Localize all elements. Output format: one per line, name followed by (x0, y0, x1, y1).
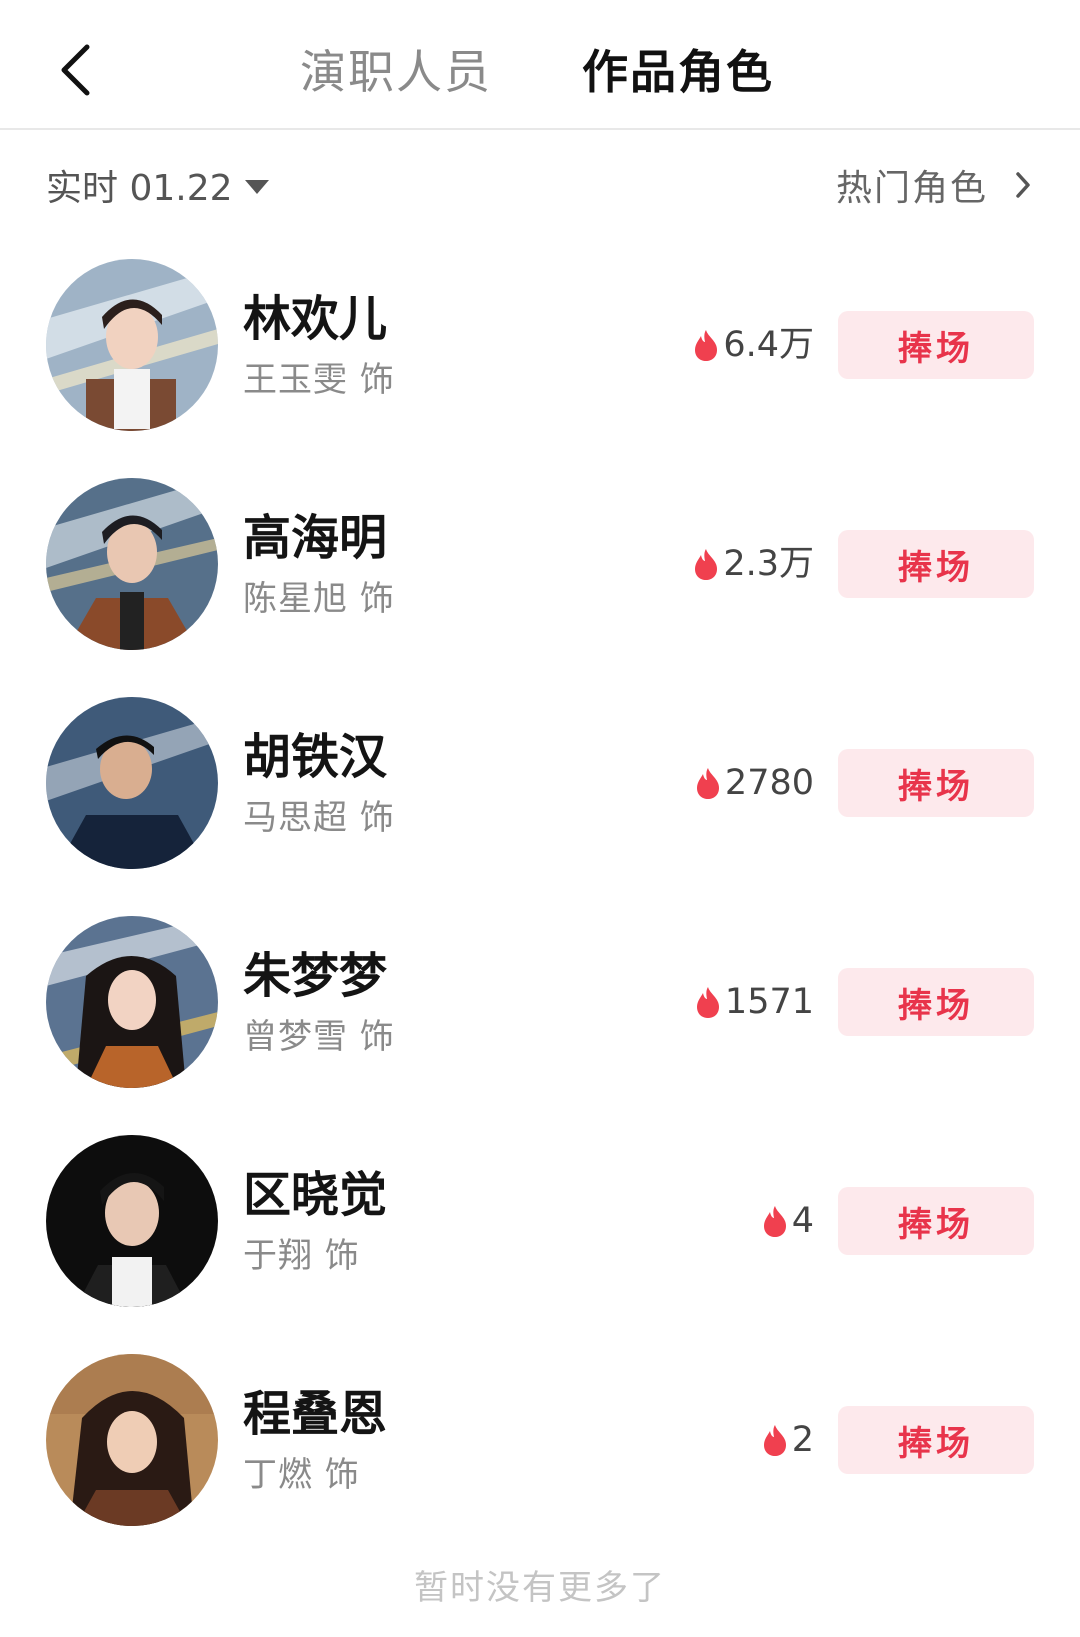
role-name: 程叠恩 (243, 1386, 388, 1442)
cheer-button[interactable]: 捧场 (838, 749, 1034, 817)
role-name: 高海明 (243, 510, 388, 566)
avatar (46, 259, 218, 431)
role-row[interactable]: 程叠恩 丁燃 饰 2 捧场 (0, 1354, 1080, 1530)
heat-count: 4 (762, 1193, 814, 1249)
role-row[interactable]: 区晓觉 于翔 饰 4 捧场 (0, 1135, 1080, 1311)
tab-cast-crew[interactable]: 演职人员 (300, 42, 492, 102)
actor-name: 曾梦雪 饰 (243, 1017, 395, 1057)
actor-name: 马思超 饰 (243, 798, 395, 838)
cheer-button[interactable]: 捧场 (838, 1187, 1034, 1255)
chevron-left-icon (61, 44, 90, 96)
cheer-button[interactable]: 捧场 (838, 311, 1034, 379)
avatar (46, 697, 218, 869)
tab-roles[interactable]: 作品角色 (582, 42, 774, 102)
caret-down-icon (244, 180, 269, 194)
cheer-button[interactable]: 捧场 (838, 968, 1034, 1036)
role-row[interactable]: 高海明 陈星旭 饰 2.3万 捧场 (0, 478, 1080, 654)
flame-icon (695, 549, 718, 580)
filter-bar: 实时 01.22 热门角色 (0, 155, 1080, 215)
heat-count: 2.3万 (693, 536, 814, 592)
actor-name: 丁燃 饰 (243, 1455, 360, 1495)
heat-count: 1571 (695, 974, 814, 1030)
flame-icon (763, 1206, 786, 1237)
flame-icon (763, 1425, 786, 1456)
avatar (46, 1135, 218, 1307)
role-name: 区晓觉 (243, 1167, 388, 1223)
date-selector[interactable]: 实时 01.22 (46, 155, 269, 215)
hot-roles-label: 热门角色 (835, 168, 988, 209)
top-navigation-bar: 演职人员 作品角色 (0, 0, 1080, 130)
role-row[interactable]: 朱梦梦 曾梦雪 饰 1571 捧场 (0, 916, 1080, 1092)
role-row[interactable]: 胡铁汉 马思超 饰 2780 捧场 (0, 697, 1080, 873)
flame-icon (695, 330, 718, 361)
flame-icon (696, 768, 719, 799)
chevron-right-icon (1016, 172, 1030, 198)
flame-icon (696, 987, 719, 1018)
avatar (46, 478, 218, 650)
end-of-list-text: 暂时没有更多了 (414, 1568, 666, 1608)
actor-name: 陈星旭 饰 (243, 579, 395, 619)
role-name: 林欢儿 (243, 291, 388, 347)
actor-name: 于翔 饰 (243, 1236, 360, 1276)
heat-count: 6.4万 (693, 317, 814, 373)
date-label: 实时 01.22 (46, 168, 233, 209)
cheer-button[interactable]: 捧场 (838, 1406, 1034, 1474)
avatar (46, 1354, 218, 1526)
hot-roles-link[interactable]: 热门角色 (836, 155, 1032, 215)
role-row[interactable]: 林欢儿 王玉雯 饰 6.4万 捧场 (0, 259, 1080, 435)
heat-count: 2780 (695, 755, 814, 811)
role-name: 胡铁汉 (243, 729, 388, 785)
cheer-button[interactable]: 捧场 (838, 530, 1034, 598)
back-button[interactable] (50, 40, 100, 100)
actor-name: 王玉雯 饰 (243, 360, 395, 400)
avatar (46, 916, 218, 1088)
role-name: 朱梦梦 (243, 948, 388, 1004)
heat-count: 2 (762, 1412, 814, 1468)
